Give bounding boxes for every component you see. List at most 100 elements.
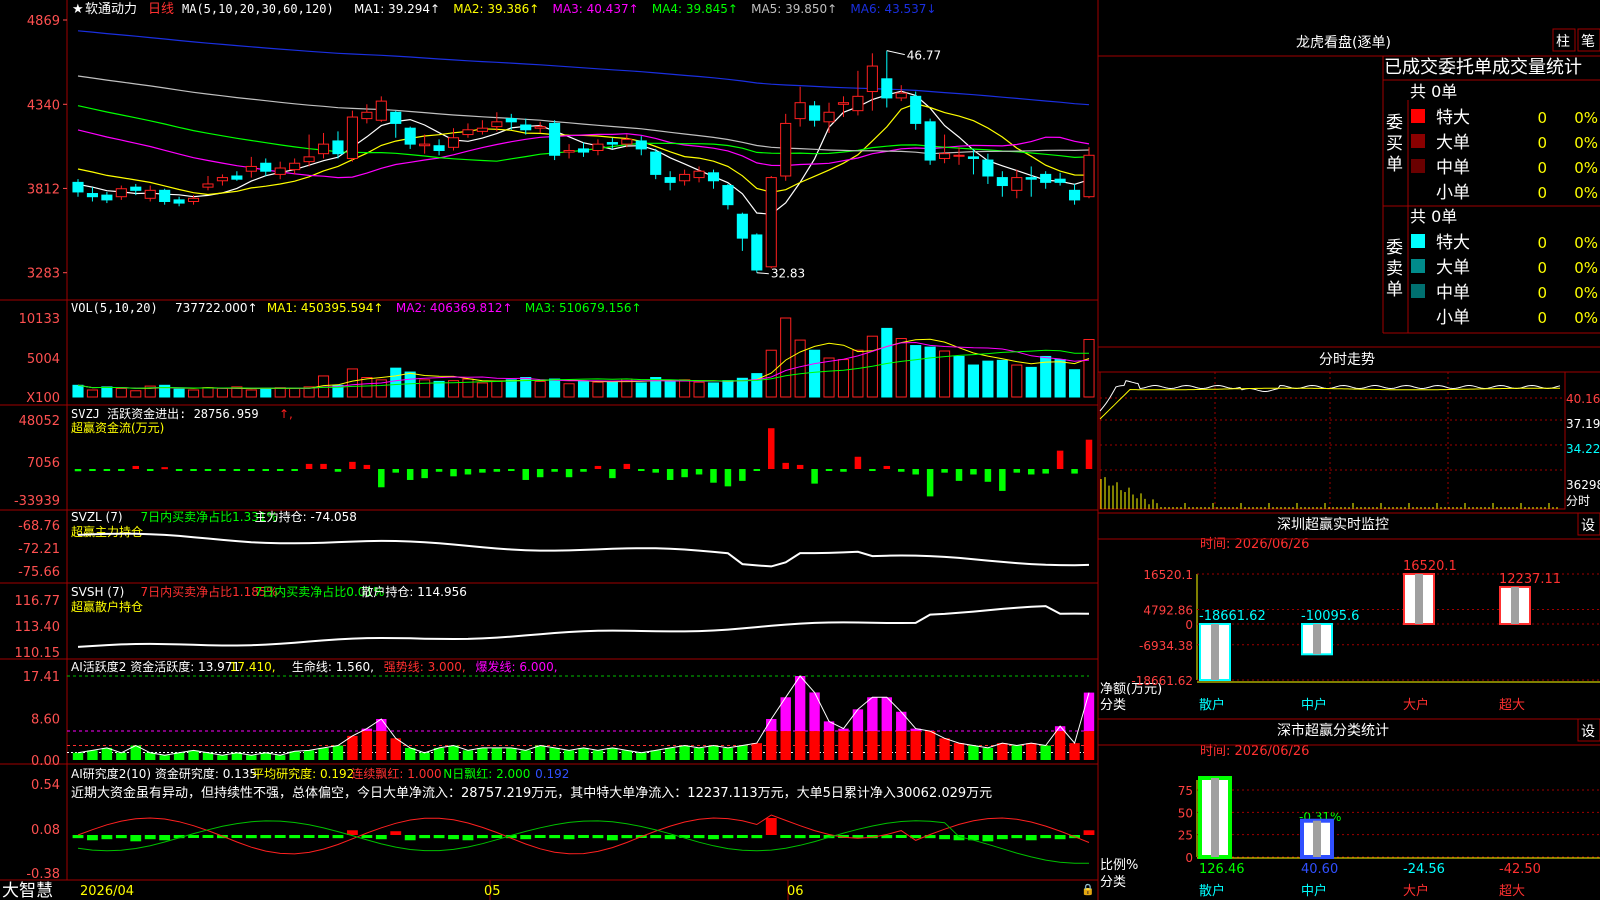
ai-bar <box>491 747 503 760</box>
candle-body <box>1083 154 1095 198</box>
volume-bar <box>924 346 936 398</box>
candle-body <box>260 162 272 172</box>
ai-label-4: 爆发线: 6.000, <box>476 659 558 674</box>
buy-side-label: 单 <box>1386 155 1403 175</box>
monitor-category-label: 散户 <box>1199 697 1225 713</box>
class-category-label: 大户 <box>1403 883 1429 899</box>
flow-bar <box>897 469 905 472</box>
intraday-tick-3: 36298 <box>1566 478 1600 492</box>
ai-bar <box>390 738 401 760</box>
ai-bar-top <box>1083 692 1095 732</box>
ai-bar <box>116 752 127 760</box>
candle-body <box>289 162 301 171</box>
star-icon[interactable]: ★ <box>72 2 84 17</box>
ai-bar <box>347 735 358 760</box>
monitor-bar-core <box>1211 624 1219 680</box>
volume-bar <box>419 379 431 398</box>
volume-bar <box>1083 338 1095 398</box>
buy-row-name: 小单 <box>1436 183 1470 203</box>
sell-side-label: 卖 <box>1386 259 1403 279</box>
monitor-bar-core <box>1313 624 1321 655</box>
research-bar <box>72 835 84 839</box>
flow-bar <box>999 469 1006 491</box>
candle-body <box>505 118 517 123</box>
candle-body <box>635 140 647 150</box>
research-label-2: 连续飘红: 1.000 <box>351 766 441 781</box>
volume-bar <box>202 387 214 398</box>
ma-label-2: MA3: 40.437↑ <box>553 2 639 16</box>
svsh-tick-label: 110.15 <box>15 646 61 661</box>
flow-bar <box>291 469 298 471</box>
flow-bar <box>248 469 255 471</box>
date-mark-06: 06 <box>787 884 804 899</box>
volume-bar <box>1011 364 1023 398</box>
candle-body <box>563 149 575 153</box>
sell-row-name: 中单 <box>1436 283 1470 303</box>
vol-label-1: MA1: 450395.594↑ <box>267 301 384 315</box>
candle-body <box>491 121 503 128</box>
candle-body <box>736 213 748 239</box>
ai-bar <box>1040 745 1051 760</box>
svzl-tick-label: -72.21 <box>18 542 60 557</box>
flow-bar <box>479 469 486 473</box>
flow-bar <box>175 469 183 471</box>
research-bar <box>260 835 272 839</box>
class-tick-label: 25 <box>1178 829 1193 843</box>
class-category-label: 中户 <box>1301 883 1327 899</box>
research-bar <box>390 831 402 835</box>
ai-bar <box>910 731 921 760</box>
research-bar <box>202 835 214 838</box>
ai-label-0: AI活跃度2 资金活跃度: 13.971 <box>71 659 240 674</box>
candle-body <box>231 175 243 180</box>
stock-name[interactable]: 软通动力 <box>85 2 137 17</box>
monitor-title: 深圳超赢实时监控 <box>1277 516 1389 533</box>
volume-bar <box>130 390 142 398</box>
period-label[interactable]: 日线 <box>148 2 174 17</box>
candle-body <box>606 142 618 145</box>
vol-header: VOL(5,10,20) <box>71 301 158 315</box>
candle-body <box>1025 177 1037 180</box>
ai-bar <box>982 747 994 760</box>
ai-bar <box>376 731 387 760</box>
volume-bar <box>794 339 806 398</box>
ai-bar <box>246 755 257 760</box>
candle-body <box>1040 173 1052 183</box>
monitor-category-label: 超大 <box>1499 698 1525 713</box>
volume-bar <box>707 382 720 398</box>
intraday-tick-2: 34.22 <box>1566 442 1600 456</box>
svzl-subtitle: 超赢主力持仓 <box>71 524 143 539</box>
volume-bar <box>1025 366 1037 398</box>
ai-bar <box>101 747 113 760</box>
buy-row-pct: 0% <box>1574 159 1598 177</box>
volume-bar <box>664 380 676 398</box>
buy-side-label: 委 <box>1386 113 1403 133</box>
volume-bar <box>260 388 272 398</box>
volume-bar <box>346 368 358 398</box>
flow-bar <box>739 469 746 481</box>
candle-body <box>996 177 1008 187</box>
class-category-label: 超大 <box>1499 884 1525 899</box>
bar-mode-label: 柱 <box>1556 34 1570 50</box>
class-value-label: 40.60 <box>1301 862 1338 877</box>
sell-row-count: 0 <box>1537 259 1547 277</box>
flow-bar <box>565 469 573 478</box>
ai-bar <box>766 731 777 760</box>
candle-body <box>245 165 257 172</box>
flow-bar <box>1027 469 1035 475</box>
date-mark-start: 2026/04 <box>80 884 134 899</box>
candle-body <box>433 145 445 151</box>
research-bar <box>375 835 387 840</box>
class-tick-label: 50 <box>1178 806 1193 820</box>
flow-bar <box>551 469 558 472</box>
ai-bar <box>607 747 618 760</box>
candle-body <box>130 186 142 191</box>
research-bar <box>1011 835 1023 839</box>
class-settings-label: 设 <box>1581 724 1595 740</box>
monitor-value-label: 12237.11 <box>1499 572 1561 587</box>
research-tick-label: 0.08 <box>31 823 60 838</box>
flow-bar <box>869 469 876 471</box>
ma-label-1: MA2: 39.386↑ <box>453 2 539 16</box>
lock-icon[interactable]: 🔒 <box>1081 883 1095 896</box>
research-bar <box>462 835 474 841</box>
ai-bar <box>217 755 228 760</box>
